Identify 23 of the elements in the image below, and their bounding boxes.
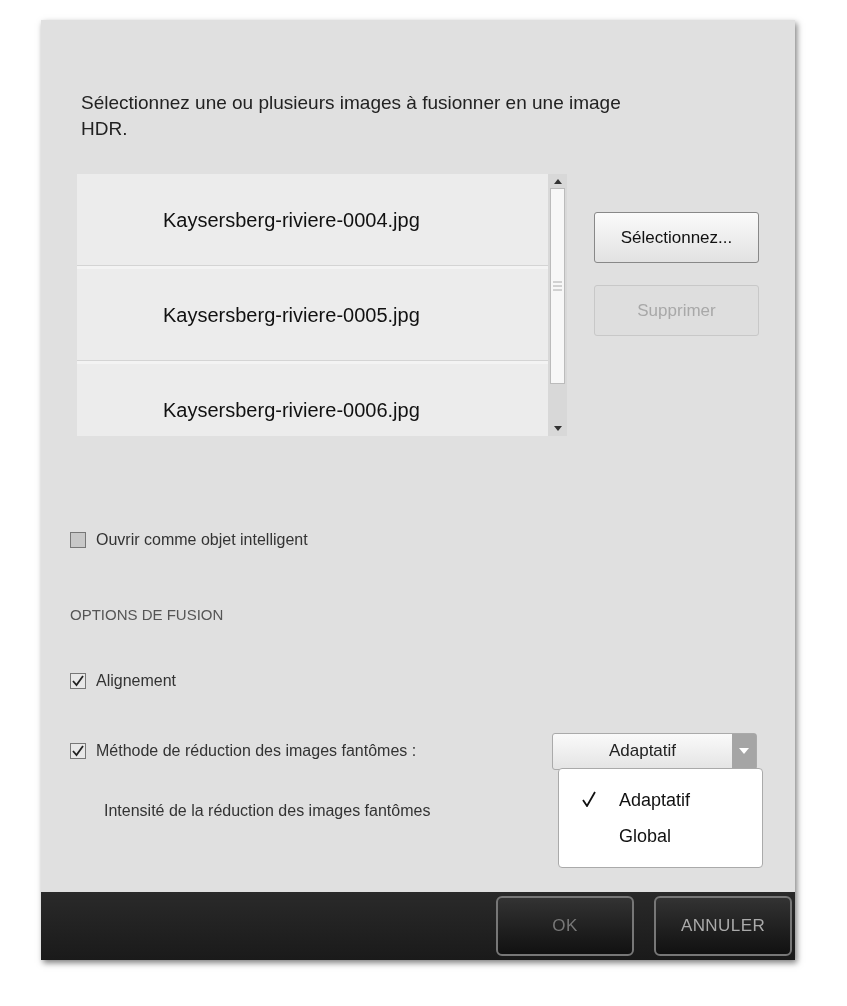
checkbox[interactable] xyxy=(70,532,86,548)
section-heading: OPTIONS DE FUSION xyxy=(70,605,225,625)
checkmark-icon xyxy=(72,745,84,757)
menu-item[interactable]: Adaptatif xyxy=(559,789,762,811)
file-list-item[interactable]: Kaysersberg-riviere-0004.jpg xyxy=(77,174,548,266)
file-list-item[interactable]: Kaysersberg-riviere-0006.jpg xyxy=(77,364,548,436)
method-dropdown[interactable]: Adaptatif xyxy=(552,732,757,770)
checkbox[interactable] xyxy=(70,743,86,759)
file-list-item[interactable]: Kaysersberg-riviere-0005.jpg xyxy=(77,269,548,361)
grip-icon xyxy=(553,281,562,291)
scrollbar[interactable] xyxy=(548,174,567,436)
file-button[interactable]: Sélectionnez... xyxy=(594,212,759,263)
intensity-label: Intensité de la réduction des images fantômes xyxy=(104,801,431,819)
instruction-text: Sélectionnez une ou plusieurs images à fusionner en une image HDR. xyxy=(81,91,622,141)
footer-button[interactable]: ANNULER xyxy=(654,896,792,956)
footer-button[interactable]: OK xyxy=(496,896,634,956)
checkbox[interactable] xyxy=(70,672,86,689)
checkmark-icon xyxy=(72,674,84,687)
checkbox-label: Alignement xyxy=(96,670,177,691)
checkbox-label: Méthode de réduction des images fantômes : xyxy=(96,741,418,761)
menu-item[interactable]: Global xyxy=(559,825,762,847)
caret-icon xyxy=(738,747,750,755)
checkbox-label: Ouvrir comme objet intelligent xyxy=(96,530,308,550)
